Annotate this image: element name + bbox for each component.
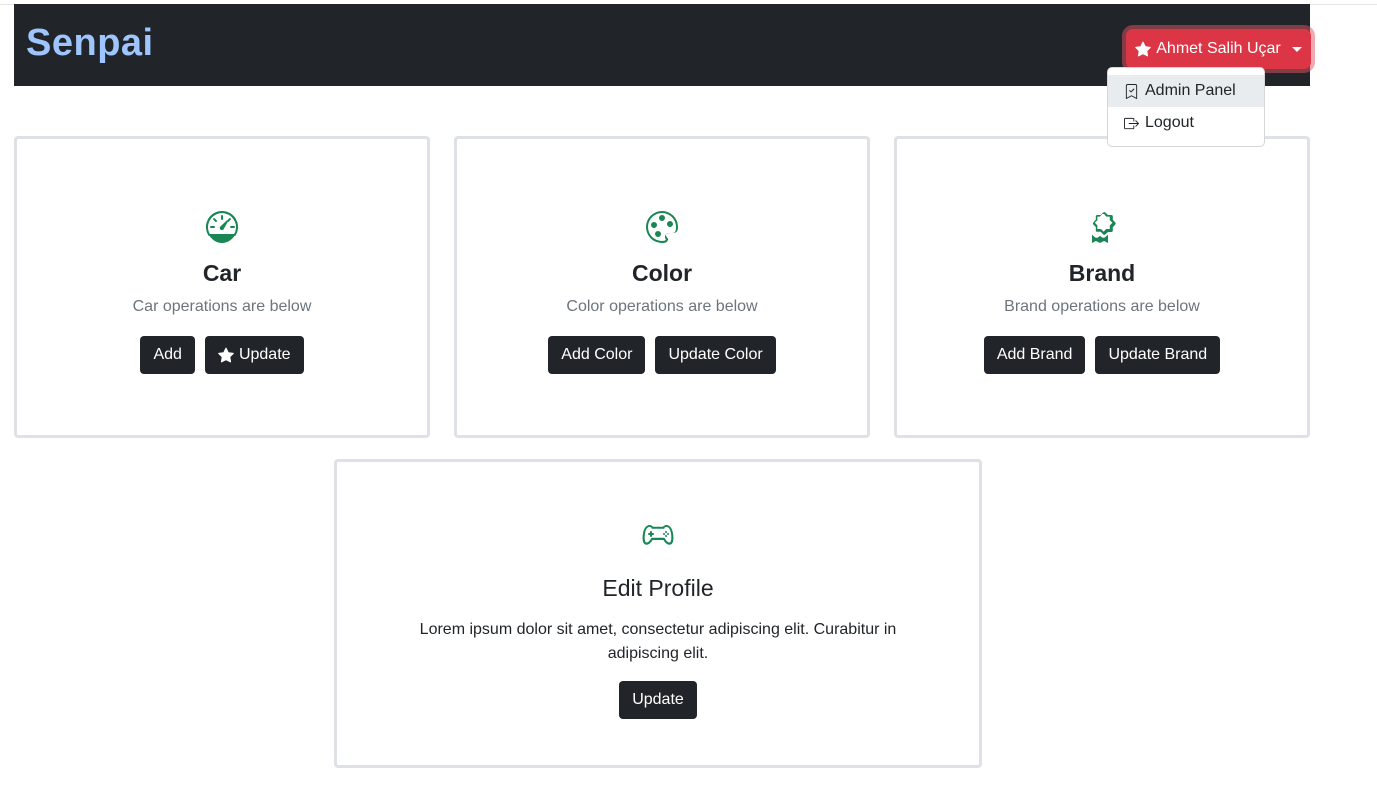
user-menu-button[interactable]: Ahmet Salih Uçar [1126, 29, 1311, 69]
bookmark-icon [1124, 83, 1139, 99]
update-brand-button[interactable]: Update Brand [1095, 336, 1221, 374]
card-title: Color [631, 260, 693, 286]
card-subtitle: Color operations are below [566, 298, 758, 315]
card-edit-profile: Edit Profile Lorem ipsum dolor sit amet,… [334, 459, 982, 768]
dropdown-item-logout[interactable]: Logout [1108, 107, 1264, 139]
card-button-row: Add Update [17, 336, 427, 374]
card-brand: Brand Brand operations are below Add Bra… [894, 136, 1310, 438]
controller-icon [642, 520, 674, 552]
card-subtitle: Brand operations are below [1004, 298, 1200, 315]
add-brand-button[interactable]: Add Brand [983, 336, 1086, 374]
update-profile-button[interactable]: Update [619, 681, 697, 719]
card-button-row: Add Color Update Color [457, 336, 867, 374]
card-subtitle: Car operations are below [132, 298, 312, 315]
card-button-row: Update [337, 681, 979, 719]
star-icon [1135, 41, 1152, 57]
button-label: Update Color [668, 346, 763, 363]
chevron-down-icon [1291, 46, 1302, 52]
card-text: Lorem ipsum dolor sit amet, consectetur … [419, 621, 897, 662]
card-title: Car [202, 260, 242, 286]
card-title: Edit Profile [602, 575, 714, 601]
star-icon [218, 347, 234, 363]
dropdown-item-admin-panel[interactable]: Admin Panel [1108, 75, 1264, 107]
card-button-row: Add Brand Update Brand [897, 336, 1307, 374]
user-dropdown-menu: Admin Panel Logout [1107, 67, 1265, 147]
update-car-button[interactable]: Update [204, 336, 304, 374]
card-color: Color Color operations are below Add Col… [454, 136, 870, 438]
palette-icon [646, 211, 678, 243]
add-color-button[interactable]: Add Color [548, 336, 646, 374]
add-car-button[interactable]: Add [140, 336, 195, 374]
card-car: Car Car operations are below Add Update [14, 136, 430, 438]
button-label: Update Brand [1108, 346, 1208, 363]
box-arrow-right-icon [1124, 116, 1139, 131]
button-label: Update [238, 346, 291, 363]
button-label: Add Color [561, 346, 633, 363]
dropdown-item-label: Logout [1145, 114, 1194, 131]
award-icon [1086, 211, 1118, 243]
speedometer-icon [205, 210, 239, 243]
dropdown-item-label: Admin Panel [1145, 82, 1236, 99]
button-label: Add Brand [996, 346, 1073, 363]
user-name: Ahmet Salih Uçar [1156, 40, 1281, 57]
navbar-brand[interactable]: Senpai [26, 18, 154, 68]
button-label: Add [153, 346, 182, 363]
button-label: Update [632, 691, 684, 708]
update-color-button[interactable]: Update Color [655, 336, 776, 374]
card-title: Brand [1068, 260, 1136, 286]
